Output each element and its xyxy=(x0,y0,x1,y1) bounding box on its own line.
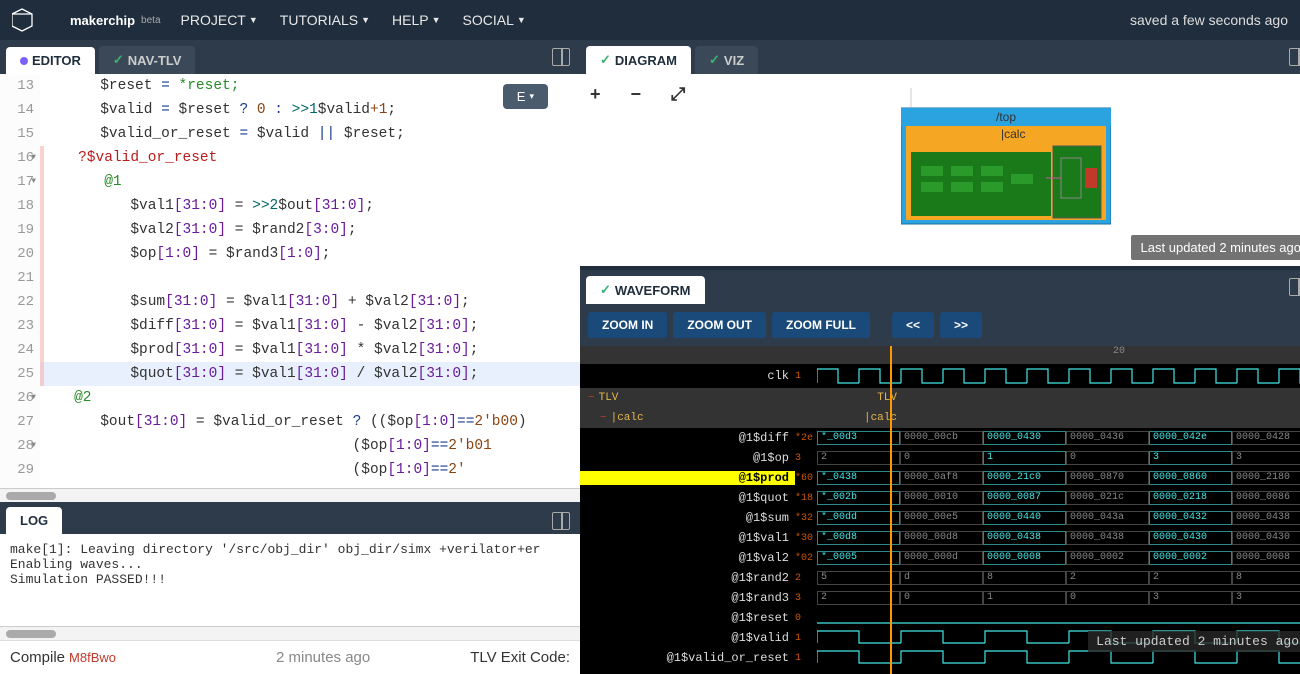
menu-social[interactable]: SOCIAL▼ xyxy=(463,12,526,28)
editor-tabs: EDITOR ✓NAV-TLV xyxy=(0,40,580,74)
editor-h-scrollbar[interactable] xyxy=(0,488,580,502)
log-h-scrollbar[interactable] xyxy=(0,626,580,640)
log-footer: Compile M8fBwo 2 minutes ago TLV Exit Co… xyxy=(0,640,580,674)
session-id: M8fBwo xyxy=(69,650,116,665)
waveform-toolbar: ZOOM IN ZOOM OUT ZOOM FULL << >> xyxy=(580,304,1300,346)
menu-help[interactable]: HELP▼ xyxy=(392,12,441,28)
wave-row[interactable]: @1$rand225d8228 xyxy=(580,568,1300,588)
wave-row[interactable]: @1$quot*18*_002b0000_00100000_00870000_0… xyxy=(580,488,1300,508)
caret-icon: ▼ xyxy=(432,15,441,25)
tab-diagram[interactable]: ✓DIAGRAM xyxy=(586,46,691,74)
menu-project[interactable]: PROJECT▼ xyxy=(181,12,258,28)
check-icon: ✓ xyxy=(709,52,720,68)
svg-text:/top: /top xyxy=(996,110,1016,124)
wave-row[interactable]: @1$prod*60*_04380000_0af80000_21c00000_0… xyxy=(580,468,1300,488)
diagram-tabs: ✓DIAGRAM ✓VIZ xyxy=(580,40,1300,74)
diagram-view[interactable]: + − ⤢ /top |calc xyxy=(580,74,1300,266)
logo[interactable]: makerchip beta xyxy=(12,7,161,33)
time-cursor[interactable] xyxy=(890,346,892,674)
split-view-icon[interactable] xyxy=(552,48,570,66)
check-icon: ✓ xyxy=(600,52,611,68)
code-editor[interactable]: 13141516▼17▼181920212223242526▼2728▼29 $… xyxy=(0,74,580,488)
wave-group-calc[interactable]: − |calc |calc xyxy=(580,408,1300,428)
zoom-full-button[interactable]: ZOOM FULL xyxy=(772,312,870,338)
wave-row[interactable]: @1$rand33201033 xyxy=(580,588,1300,608)
wave-row-clk[interactable]: clk 1 xyxy=(580,364,1300,388)
tab-navtlv[interactable]: ✓NAV-TLV xyxy=(99,46,196,74)
tab-waveform[interactable]: ✓WAVEFORM xyxy=(586,276,705,304)
check-icon: ✓ xyxy=(113,52,124,68)
zoom-in-button[interactable]: ZOOM IN xyxy=(588,312,667,338)
next-button[interactable]: >> xyxy=(940,312,982,338)
diagram-svg: /top |calc xyxy=(901,78,1111,228)
tab-log[interactable]: LOG xyxy=(6,507,62,534)
zoom-out-button[interactable]: ZOOM OUT xyxy=(673,312,766,338)
main-menu: PROJECT▼ TUTORIALS▼ HELP▼ SOCIAL▼ xyxy=(181,12,526,28)
diagram-updated-badge: Last updated 2 minutes ago xyxy=(1131,235,1300,260)
caret-icon: ▼ xyxy=(249,15,258,25)
zoom-out-icon[interactable]: − xyxy=(631,84,642,256)
log-output[interactable]: make[1]: Leaving directory '/src/obj_dir… xyxy=(0,534,580,626)
minus-icon: − xyxy=(588,392,595,404)
line-gutter: 13141516▼17▼181920212223242526▼2728▼29 xyxy=(0,74,40,488)
wave-group-tlv[interactable]: − TLV TLV xyxy=(580,388,1300,408)
split-view-icon[interactable] xyxy=(1289,278,1300,296)
prev-button[interactable]: << xyxy=(892,312,934,338)
menu-tutorials[interactable]: TUTORIALS▼ xyxy=(280,12,370,28)
tab-editor[interactable]: EDITOR xyxy=(6,47,95,74)
caret-icon: ▾ xyxy=(529,91,534,102)
wave-row[interactable]: @1$val1*30*_00d80000_00d80000_04380000_0… xyxy=(580,528,1300,548)
wave-row[interactable]: @1$diff*2e*_00d30000_00cb0000_04300000_0… xyxy=(580,428,1300,448)
dot-icon xyxy=(20,57,28,65)
compile-time: 2 minutes ago xyxy=(276,649,370,666)
save-status: saved a few seconds ago xyxy=(1130,12,1288,28)
wave-row[interactable]: @1$sum*32*_00dd0000_00e50000_04400000_04… xyxy=(580,508,1300,528)
wave-row[interactable]: @1$op3201033 xyxy=(580,448,1300,468)
e-dropdown-button[interactable]: E▾ xyxy=(503,84,548,109)
time-tick-20: 20 xyxy=(1113,346,1125,357)
wave-row[interactable]: @1$reset0 xyxy=(580,608,1300,628)
wave-row[interactable]: @1$val2*02*_00050000_000d0000_00080000_0… xyxy=(580,548,1300,568)
minus-icon: − xyxy=(600,412,607,424)
expand-icon[interactable]: ⤢ xyxy=(671,84,685,256)
top-menubar: makerchip beta PROJECT▼ TUTORIALS▼ HELP▼… xyxy=(0,0,1300,40)
zoom-in-icon[interactable]: + xyxy=(590,84,601,256)
compile-label: Compile xyxy=(10,649,65,666)
split-view-icon[interactable] xyxy=(552,512,570,530)
exit-code-label: TLV Exit Code: xyxy=(470,649,570,666)
waveform-tabs: ✓WAVEFORM xyxy=(580,270,1300,304)
log-panel: LOG make[1]: Leaving directory '/src/obj… xyxy=(0,502,580,674)
split-view-icon[interactable] xyxy=(1289,48,1300,66)
tab-viz[interactable]: ✓VIZ xyxy=(695,46,758,74)
svg-text:|calc: |calc xyxy=(1001,127,1025,141)
check-icon: ✓ xyxy=(600,282,611,298)
caret-icon: ▼ xyxy=(361,15,370,25)
code-area[interactable]: $reset = *reset; $valid = $reset ? 0 : >… xyxy=(40,74,580,488)
waveform-view[interactable]: 20 clk 1 − TLV TLV − |calc |calc xyxy=(580,346,1300,674)
caret-icon: ▼ xyxy=(517,15,526,25)
waveform-updated-badge: Last updated 2 minutes ago xyxy=(1088,631,1300,652)
